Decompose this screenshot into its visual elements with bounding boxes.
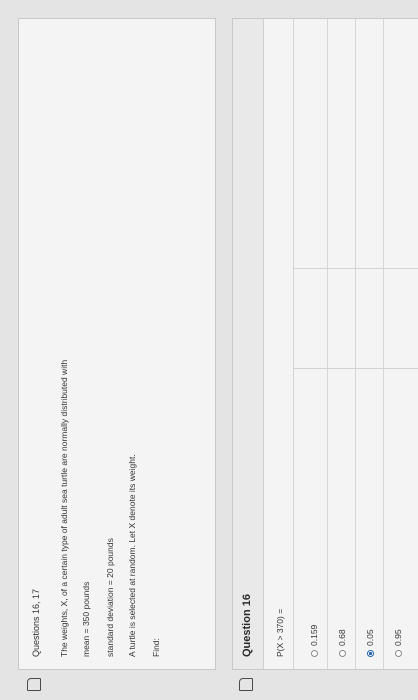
question-title: Question 16 [241,594,253,657]
option-3[interactable]: 0.95 [393,629,403,657]
context-card: Questions 16, 17 The weights, X, of a ce… [18,18,216,691]
option-label: 0.68 [337,629,347,646]
radio-button[interactable] [338,650,346,657]
question-header: Question 16 [233,19,264,669]
rotated-page: Questions 16, 17 The weights, X, of a ce… [0,0,418,700]
row-divider [355,19,356,669]
option-label: 0.159 [309,624,319,646]
option-2[interactable]: 0.05 [365,629,375,657]
context-line-1: The weights, X, of a certain type of adu… [59,359,69,657]
context-title: Questions 16, 17 [31,588,41,657]
row-divider [327,19,328,669]
row-divider [383,19,384,669]
option-label: 0.95 [393,629,403,646]
radio-button[interactable] [310,650,318,657]
context-line-5: Find: [151,638,161,657]
flag-icon[interactable] [27,678,41,691]
radio-button-selected[interactable] [366,650,374,657]
radio-button[interactable] [394,650,402,657]
flag-icon[interactable] [239,678,253,691]
row-divider [293,19,294,669]
option-label: 0.05 [365,629,375,646]
option-0[interactable]: 0.159 [309,625,319,657]
context-line-3: standard deviation = 20 pounds [105,538,115,657]
option-1[interactable]: 0.68 [337,629,347,657]
question-card: Question 16 P(X > 370) = 0.159 0.68 0.05… [232,18,418,691]
question-prompt: P(X > 370) = [275,608,285,657]
context-line-4: A turtle is selected at random. Let X de… [127,454,137,657]
context-line-2: mean = 350 pounds [81,581,91,657]
